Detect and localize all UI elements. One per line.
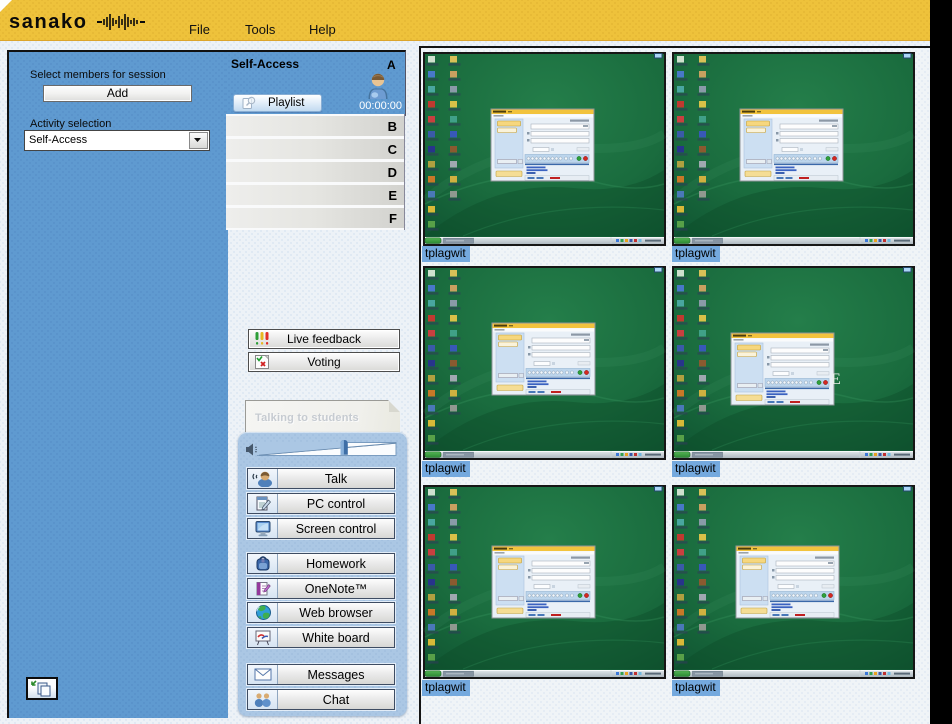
svg-text:E: E [831,371,841,388]
